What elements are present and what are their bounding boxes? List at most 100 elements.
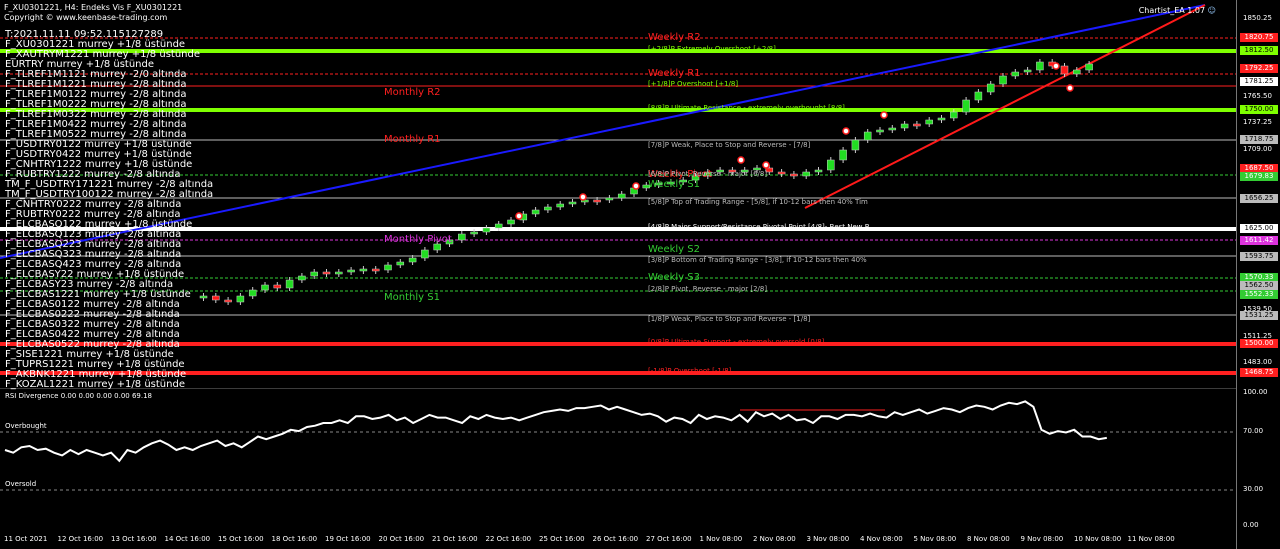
rsi-line [4, 400, 1107, 463]
price-level-tag: 1611.42 [1240, 236, 1278, 245]
candlestick [248, 289, 257, 297]
candlestick [1036, 61, 1044, 71]
candlestick [273, 284, 282, 289]
murrey-level-label: [1/8]P Weak, Place to Stop and Reverse -… [648, 315, 811, 323]
time-tick-label: 27 Oct 16:00 [646, 535, 692, 543]
candlestick [814, 169, 823, 173]
ea-name: Chartist_EA 1.07 [1138, 6, 1206, 15]
candlestick [937, 117, 946, 121]
price-tick-label: 1850.25 [1243, 14, 1272, 22]
rsi-tick-label: 30.00 [1243, 485, 1264, 493]
time-tick-label: 15 Oct 16:00 [218, 535, 264, 543]
murrey-level-label: [-1/8]P Overshoot [-1/8] [648, 367, 732, 375]
murrey-level-label: Monthly Pivot [384, 234, 452, 245]
candlestick [359, 268, 368, 272]
candlestick [212, 295, 220, 301]
price-level-tag: 1679.83 [1240, 172, 1278, 181]
candlestick [507, 219, 515, 225]
candlestick [458, 233, 466, 241]
murrey-level-label: Monthly R1 [384, 134, 441, 145]
murrey-level-label: Weekly S1 [648, 179, 700, 190]
candlestick [986, 83, 995, 93]
fractal-marker [579, 193, 587, 201]
time-tick-label: 8 Nov 08:00 [967, 535, 1010, 543]
candlestick [605, 197, 614, 201]
oversold-label: Oversold [5, 480, 37, 488]
murrey-level-label: [6/8]P Pivot, Reverse - major [6/8] [648, 170, 768, 178]
candlestick [1023, 69, 1032, 73]
murrey-level-label: [8/8]P Ultimate Resistance - extremely o… [648, 104, 845, 112]
fractal-marker [1066, 84, 1074, 92]
candlestick [974, 91, 983, 101]
candlestick [544, 206, 552, 211]
time-tick-label: 18 Oct 16:00 [271, 535, 318, 543]
candlestick [790, 173, 798, 177]
candlestick [396, 261, 405, 266]
candlestick [494, 223, 503, 229]
price-level-tag: 1531.25 [1240, 311, 1278, 320]
murrey-level-label: [+2/8]P Extremely Overshoot [+2/8] [648, 45, 776, 53]
candlestick [384, 264, 392, 271]
candlestick [285, 279, 294, 289]
time-tick-label: 20 Oct 16:00 [378, 535, 425, 543]
candlestick [236, 295, 245, 303]
candlestick [827, 159, 835, 171]
chart-title: F_XU0301221, H4: Endeks Vis F_XU0301221 [4, 3, 183, 12]
rsi-tick-label: 0.00 [1243, 521, 1259, 529]
price-level-tag: 1750.00 [1240, 105, 1278, 114]
trend-line-red [804, 4, 1206, 209]
candlestick [298, 275, 306, 281]
murrey-level-label: [2/8]P Pivot, Reverse - major [2/8] [648, 285, 768, 293]
candlestick [888, 127, 897, 131]
candlestick [224, 299, 232, 303]
time-tick-label: 26 Oct 16:00 [592, 535, 639, 543]
price-level-tag: 1500.00 [1240, 339, 1278, 348]
price-level-tag: 1820.75 [1240, 33, 1278, 42]
murrey-level-label: Monthly S1 [384, 292, 440, 303]
candlestick [556, 203, 564, 208]
price-level-tag: 1792.25 [1240, 64, 1278, 73]
candlestick [913, 123, 921, 127]
ea-smile-icon: ☺ [1207, 6, 1216, 15]
time-tick-label: 21 Oct 16:00 [432, 535, 478, 543]
candlestick [322, 271, 331, 275]
time-tick-label: 22 Oct 16:00 [485, 535, 532, 543]
time-tick-label: 12 Oct 16:00 [57, 535, 104, 543]
price-level-tag: 1656.25 [1240, 194, 1278, 203]
candlestick [531, 209, 540, 215]
symbol-status-list: F_XU0301221 murrey +1/8 üstünde F_XAUTRYM… [5, 40, 213, 390]
time-tick-label: 3 Nov 08:00 [806, 535, 850, 543]
murrey-level-label: Weekly R1 [648, 68, 701, 79]
time-tick-label: 11 Nov 08:00 [1127, 535, 1175, 543]
time-tick-label: 11 Oct 2021 [4, 535, 48, 543]
price-level-tag: 1812.50 [1240, 46, 1278, 55]
price-level-tag: 1552.33 [1240, 290, 1278, 299]
candlestick [482, 227, 491, 233]
price-tick-label: 1483.00 [1243, 358, 1272, 366]
candlestick [1073, 69, 1081, 75]
candlestick [593, 199, 601, 203]
murrey-level-label: [0/8]P Ultimate Support - extremely over… [648, 338, 825, 346]
candlestick [777, 171, 786, 175]
time-tick-label: 4 Nov 08:00 [860, 535, 903, 543]
murrey-level-label: [4/8]P Major Support/Resistance Pivotal … [648, 223, 870, 231]
fractal-marker [842, 127, 850, 135]
murrey-level-label: [3/8]P Bottom of Trading Range - [3/8], … [648, 256, 867, 264]
candlestick [347, 269, 355, 273]
candlestick [839, 149, 847, 161]
expert-advisor-label: Chartist_EA 1.07 ☺ [1139, 6, 1216, 15]
candlestick [962, 99, 970, 113]
rsi-tick-label: 70.00 [1243, 427, 1264, 435]
rsi-tick-label: 100.00 [1243, 388, 1268, 396]
rsi-panel[interactable] [0, 388, 1236, 533]
price-tick-label: 1709.00 [1243, 145, 1272, 153]
fractal-marker [632, 182, 640, 190]
overbought-label: Overbought [5, 422, 47, 430]
candlestick [310, 271, 318, 277]
candlestick [950, 111, 958, 119]
time-tick-label: 19 Oct 16:00 [325, 535, 371, 543]
price-level-tag: 1562.50 [1240, 281, 1278, 290]
candlestick [863, 131, 872, 141]
price-axis: 1850.251765.501737.251709.001625.001539.… [1236, 0, 1280, 549]
copyright-text: Copyright © www.keenbase-trading.com [4, 13, 168, 22]
